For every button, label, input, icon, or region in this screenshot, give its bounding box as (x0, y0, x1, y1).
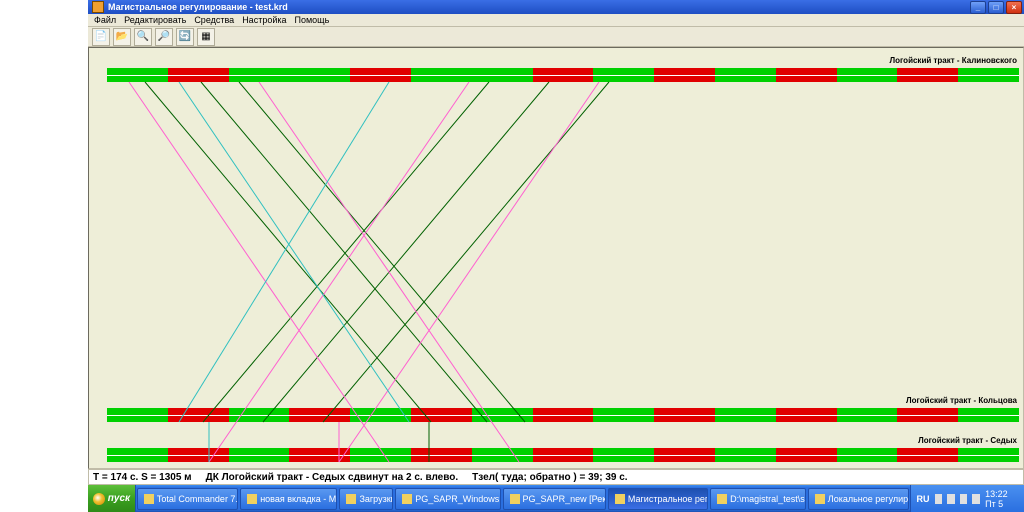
clock[interactable]: 13:22 Пт 5 (985, 489, 1018, 509)
window-title: Магистральное регулирование - test.krd (108, 2, 970, 12)
taskbar-item[interactable]: Total Commander 7.0… (137, 488, 238, 510)
menu-settings[interactable]: Настройка (242, 15, 286, 25)
status-left: T = 174 c. S = 1305 м (93, 472, 192, 483)
start-label: пуск (108, 493, 130, 504)
taskbar-item-label: Загрузки (359, 494, 393, 504)
taskbar-item-icon (615, 494, 625, 504)
tray-icon-4[interactable] (972, 494, 980, 504)
taskbar-item-label: Магистральное регу… (628, 494, 708, 504)
language-indicator[interactable]: RU (917, 494, 930, 504)
taskbar-item-label: Локальное регулиро… (828, 494, 909, 504)
connection-lines (89, 48, 1024, 469)
status-right: Тзел( туда; обратно ) = 39; 39 с. (472, 472, 627, 483)
taskbar-item-label: PG_SAPR_new [Рекo… (523, 494, 606, 504)
taskbar-item[interactable]: Локальное регулиро… (808, 488, 909, 510)
zoom-button[interactable]: 🔎 (155, 28, 173, 46)
taskbar-item-label: Total Commander 7.0… (157, 494, 238, 504)
taskbar-item-label: PG_SAPR_Windows J… (415, 494, 500, 504)
taskbar-item[interactable]: PG_SAPR_new [Рекo… (503, 488, 606, 510)
menu-tools[interactable]: Средства (194, 15, 234, 25)
menu-file[interactable]: Файл (94, 15, 116, 25)
menu-help[interactable]: Помощь (295, 15, 330, 25)
app-icon (92, 1, 104, 13)
toolbar: 📄 📂 🔍 🔎 🔄 ▦ (88, 27, 1024, 47)
grid-button[interactable]: ▦ (197, 28, 215, 46)
minimize-button[interactable]: _ (970, 1, 986, 14)
start-button[interactable]: пуск (88, 485, 136, 512)
page-margin-left (0, 0, 88, 512)
tray-icon-2[interactable] (947, 494, 955, 504)
menu-edit[interactable]: Редактировать (124, 15, 186, 25)
windows-logo-icon (93, 493, 105, 505)
tray-icon-1[interactable] (935, 494, 943, 504)
taskbar-item[interactable]: новая вкладка - Mo… (240, 488, 337, 510)
refresh-button[interactable]: 🔄 (176, 28, 194, 46)
search-button[interactable]: 🔍 (134, 28, 152, 46)
windows-taskbar: пуск Total Commander 7.0… новая вкладка -… (88, 485, 1024, 512)
status-bar: T = 174 c. S = 1305 м ДК Логойский тракт… (88, 469, 1024, 485)
open-button[interactable]: 📂 (113, 28, 131, 46)
tray-icon-3[interactable] (960, 494, 968, 504)
taskbar-item-icon (717, 494, 727, 504)
close-button[interactable]: × (1006, 1, 1022, 14)
taskbar-item[interactable]: PG_SAPR_Windows J… (395, 488, 500, 510)
taskbar-item-icon (510, 494, 520, 504)
maximize-button[interactable]: □ (988, 1, 1004, 14)
new-button[interactable]: 📄 (92, 28, 110, 46)
taskbar-item-label: D:\magistral_test\sc… (730, 494, 806, 504)
taskbar-item-label: новая вкладка - Mo… (260, 494, 337, 504)
taskbar-item-icon (144, 494, 154, 504)
taskbar-item-icon (815, 494, 825, 504)
taskbar-item[interactable]: Магистральное регу… (608, 488, 708, 510)
system-tray[interactable]: RU 13:22 Пт 5 (910, 485, 1024, 512)
taskbar-item-icon (247, 494, 257, 504)
taskbar-item-icon (402, 494, 412, 504)
status-main: ДК Логойский тракт - Седых сдвинут на 2 … (206, 472, 459, 483)
taskbar-item[interactable]: D:\magistral_test\sc… (710, 488, 806, 510)
taskbar-item[interactable]: Загрузки (339, 488, 393, 510)
taskbar-items: Total Commander 7.0… новая вкладка - Mo… З… (136, 485, 910, 512)
menu-bar: Файл Редактировать Средства Настройка По… (88, 14, 1024, 27)
diagram-canvas[interactable]: Логойский тракт - Калиновского Логойский… (88, 47, 1024, 469)
window-titlebar: Магистральное регулирование - test.krd _… (88, 0, 1024, 14)
taskbar-item-icon (346, 494, 356, 504)
